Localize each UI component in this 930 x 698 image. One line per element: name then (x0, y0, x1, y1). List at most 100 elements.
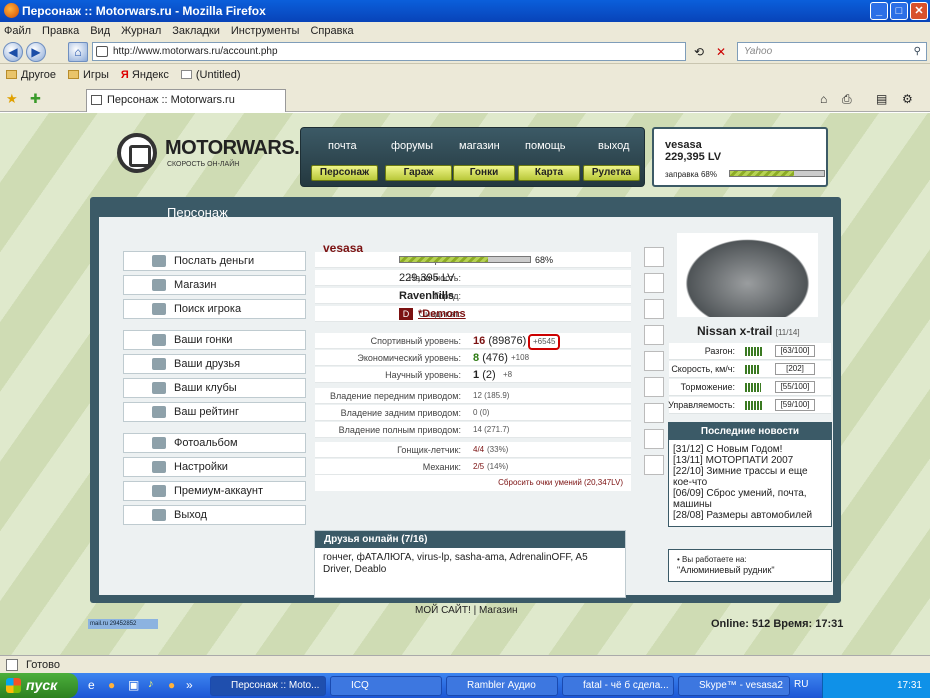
menu-your-clubs[interactable]: Ваши клубы (123, 378, 306, 398)
menu-exit[interactable]: Выход (123, 505, 306, 525)
part-exhaust-icon[interactable] (644, 299, 664, 319)
car-image[interactable] (677, 233, 818, 317)
bookmark-untitled[interactable]: (Untitled) (180, 69, 241, 81)
part-nitro-icon[interactable] (644, 455, 664, 475)
row-economic-level: Экономический уровень: 8 (476) +108 (315, 350, 631, 366)
taskbar-item-firefox[interactable]: Персонаж :: Moto... (210, 676, 326, 696)
taskbar-item-skype[interactable]: Skype™ - vesasa2 (678, 676, 790, 696)
syndicate-link[interactable]: *Demons (418, 306, 466, 322)
nav-mail[interactable]: почта (328, 140, 357, 152)
nav-forums[interactable]: форумы (391, 140, 433, 152)
start-button[interactable]: пуск (0, 673, 78, 698)
url-bar[interactable]: http://www.motorwars.ru/account.php (92, 42, 686, 61)
menu-help[interactable]: Справка (310, 25, 353, 37)
part-spoiler-icon[interactable] (644, 325, 664, 345)
button-character[interactable]: Персонаж (311, 165, 378, 181)
nav-help[interactable]: помощь (525, 140, 566, 152)
rating-icon (152, 406, 166, 418)
row-sport-level: Спортивный уровень: 16 (89876) +6545 (315, 333, 631, 350)
minimize-button[interactable]: _ (870, 2, 888, 20)
home-icon[interactable]: ⌂ (820, 92, 827, 106)
work-place[interactable]: "Алюминиевый рудник" (677, 565, 823, 576)
forward-button[interactable]: ▶ (26, 42, 46, 62)
menu-find-player[interactable]: Поиск игрока (123, 299, 306, 319)
add-icon[interactable]: ✚ (30, 91, 41, 107)
bookmark-games[interactable]: Игры (67, 69, 109, 81)
menu-edit[interactable]: Правка (42, 25, 79, 37)
reset-skills-link[interactable]: Сбросить очки умений (20,347LV) (498, 475, 623, 491)
menu-photo-album[interactable]: Фотоальбом (123, 433, 306, 453)
menu-history[interactable]: Журнал (121, 25, 161, 37)
quicklaunch-ie-icon[interactable]: e (88, 678, 95, 692)
footer-links[interactable]: МОЙ САЙТ! | Магазин (415, 605, 518, 616)
clock[interactable]: 17:31 (897, 680, 922, 691)
quicklaunch-media-icon[interactable]: ♪ (148, 678, 154, 690)
quicklaunch-icon[interactable]: ● (168, 678, 175, 692)
settings-icon (152, 461, 166, 473)
menu-your-friends[interactable]: Ваши друзья (123, 354, 306, 374)
row-fuel: Заправка:68% (315, 252, 631, 268)
search-box[interactable]: Yahoo ⚲ (737, 42, 927, 61)
menu-shop[interactable]: Магазин (123, 275, 306, 295)
menu-file[interactable]: Файл (4, 25, 31, 37)
star-icon[interactable]: ★ (6, 91, 18, 107)
menu-bookmarks[interactable]: Закладки (172, 25, 220, 37)
part-spring-icon[interactable] (644, 247, 664, 267)
gear-icon[interactable]: ⚙ (902, 92, 913, 106)
button-roulette[interactable]: Рулетка (583, 165, 640, 181)
part-turbo-icon[interactable] (644, 429, 664, 449)
nav-exit[interactable]: выход (598, 140, 629, 152)
news-item[interactable]: [31/12] С Новым Годом! (669, 444, 831, 455)
part-brake-icon[interactable] (644, 403, 664, 423)
menu-your-races[interactable]: Ваши гонки (123, 330, 306, 350)
taskbar-item-icq[interactable]: ICQ (330, 676, 442, 696)
news-item[interactable]: [28/08] Размеры автомобилей (669, 510, 831, 521)
button-races[interactable]: Гонки (453, 165, 515, 181)
menu-view[interactable]: Вид (90, 25, 110, 37)
magnifier-icon (152, 303, 166, 315)
search-icon[interactable]: ⚲ (914, 43, 921, 60)
menu-settings[interactable]: Настройки (123, 457, 306, 477)
news-title: Последние новости (669, 423, 831, 440)
button-garage[interactable]: Гараж (385, 165, 452, 181)
navigation-toolbar: ◀ ▶ ⌂ http://www.motorwars.ru/account.ph… (0, 40, 930, 64)
part-tire-icon[interactable] (644, 273, 664, 293)
row-front-drive: Владение передним приводом: 12 (185.9) (315, 388, 631, 404)
back-button[interactable]: ◀ (3, 42, 23, 62)
bookmark-other[interactable]: Другое (6, 69, 56, 81)
maximize-button[interactable]: □ (890, 2, 908, 20)
stop-icon[interactable]: ✕ (716, 45, 726, 59)
friends-online-box: Друзья онлайн (7/16) гончеr, фАТАЛЮГА, v… (314, 530, 626, 598)
menu-tools[interactable]: Инструменты (231, 25, 300, 37)
quicklaunch-desktop-icon[interactable]: ▣ (128, 678, 139, 692)
mailru-counter[interactable]: mail.ru 29452852 (88, 619, 158, 629)
row-science-level: Научный уровень: 1 (2) +8 (315, 367, 631, 383)
home-button[interactable]: ⌂ (68, 42, 88, 62)
reload-icon[interactable]: ⟲ (694, 45, 704, 59)
menu-premium[interactable]: Премиум-аккаунт (123, 481, 306, 501)
print-icon[interactable]: ⎙ (842, 92, 852, 107)
site-logo[interactable]: MOTORWARS.RU СКОРОСТЬ ОН-ЛАЙН (115, 131, 328, 175)
page-menu-icon[interactable]: ▤ (876, 92, 887, 106)
news-item[interactable]: [13/11] МОТОРПАТИ 2007 (669, 455, 831, 466)
nav-shop[interactable]: магазин (459, 140, 500, 152)
language-indicator[interactable]: RU (794, 679, 808, 690)
menu-your-rating[interactable]: Ваш рейтинг (123, 402, 306, 422)
steering-wheel-icon (152, 334, 166, 346)
news-item[interactable]: [06/09] Сброс умений, почта, машины (669, 488, 831, 510)
exit-icon (152, 509, 166, 521)
quicklaunch-firefox-icon[interactable]: ● (108, 678, 115, 692)
menu-send-money[interactable]: Послать деньги (123, 251, 306, 271)
part-transmission-icon[interactable] (644, 351, 664, 371)
part-engine-icon[interactable] (644, 377, 664, 397)
news-item[interactable]: [22/10] Зимние трассы и еще кое-что (669, 466, 831, 488)
close-button[interactable]: ✕ (910, 2, 928, 20)
bookmark-yandex[interactable]: Я Яндекс (121, 69, 169, 81)
taskbar-item-chat[interactable]: fatal - чё б сдела... (562, 676, 674, 696)
taskbar-item-rambler[interactable]: Rambler Аудио (446, 676, 558, 696)
friends-list[interactable]: гончеr, фАТАЛЮГА, virus-lp, sasha-ama, A… (315, 548, 625, 580)
main-panel: Персонаж Послать деньги Магазин Поиск иг… (90, 197, 841, 603)
quicklaunch-more-icon[interactable]: » (186, 678, 193, 692)
button-map[interactable]: Карта (518, 165, 580, 181)
tab-character[interactable]: Персонаж :: Motorwars.ru (86, 89, 286, 112)
